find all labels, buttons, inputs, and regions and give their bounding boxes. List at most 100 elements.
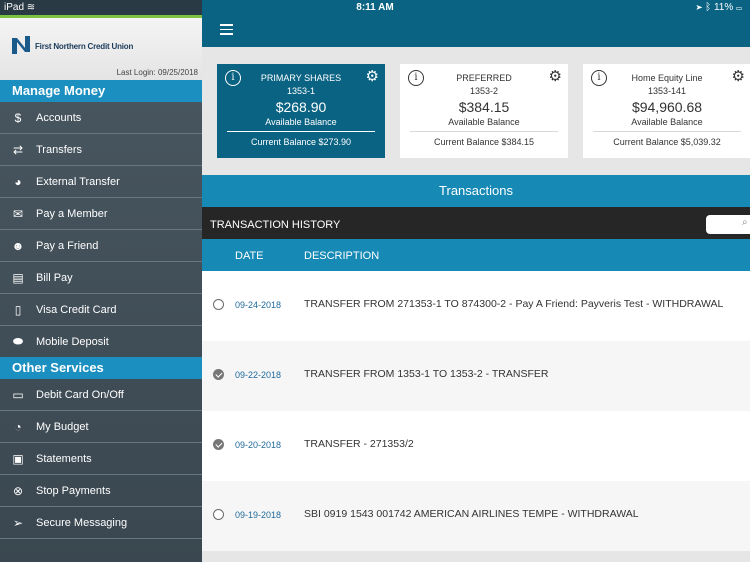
sidebar: First Northern Credit Union Last Login: … <box>0 0 202 562</box>
budget-pie-icon: ◔ <box>14 419 22 434</box>
last-login-label: Last Login: <box>116 68 156 77</box>
statements-icon: ▣ <box>12 451 24 466</box>
transaction-date: 09-19-2018 <box>235 510 282 520</box>
account-number: 1353-1 <box>286 86 316 96</box>
row-select-radio[interactable] <box>213 509 224 520</box>
battery-icon: ▭ <box>736 2 742 13</box>
logo-icon <box>12 36 30 54</box>
section-other-services: Other Services <box>0 357 202 379</box>
location-icon: ➤ <box>696 2 703 13</box>
transaction-column-headers: DATE DESCRIPTION <box>202 239 750 271</box>
pay-friend-icon: ☻ <box>11 238 25 253</box>
sidebar-item-debit-card-on-off[interactable]: ▭ Debit Card On/Off <box>0 379 202 411</box>
hamburger-menu-icon[interactable] <box>220 24 233 35</box>
sidebar-item-label: Pay a Friend <box>36 239 99 252</box>
bill-pay-icon: ▤ <box>12 270 24 285</box>
row-select-radio[interactable] <box>213 299 224 310</box>
credit-card-icon: ▯ <box>14 302 22 317</box>
bluetooth-icon: ᛒ <box>705 2 712 13</box>
transactions-title: Transactions <box>202 175 750 207</box>
account-card-preferred[interactable]: i ⚙ PREFERRED 1353-2 $384.15 Available B… <box>400 64 568 158</box>
status-bar: iPad ≋ 8:11 AM ➤ ᛒ 11% ▭ <box>0 0 750 15</box>
sidebar-item-label: Debit Card On/Off <box>36 388 124 401</box>
sidebar-item-pay-a-member[interactable]: ✉ Pay a Member <box>0 198 202 230</box>
main-content: i ⚙ PRIMARY SHARES 1353-1 $268.90 Availa… <box>202 0 750 562</box>
account-name: PREFERRED <box>456 73 512 83</box>
sidebar-item-bill-pay[interactable]: ▤ Bill Pay <box>0 262 202 294</box>
transaction-description: TRANSFER - 271353/2 <box>304 438 414 450</box>
dollar-icon: $ <box>14 110 22 125</box>
sidebar-item-statements[interactable]: ▣ Statements <box>0 443 202 475</box>
table-row[interactable]: 09-22-2018 TRANSFER FROM 1353-1 TO 1353-… <box>202 341 750 411</box>
transaction-date: 09-20-2018 <box>235 440 282 450</box>
account-number: 1353-141 <box>647 86 687 96</box>
row-select-radio[interactable] <box>213 439 224 450</box>
sidebar-item-mobile-deposit[interactable]: ⬬ Mobile Deposit <box>0 326 202 358</box>
transfer-arrows-icon: ⇄ <box>12 142 24 157</box>
current-balance: Current Balance $5,039.32 <box>613 137 721 147</box>
available-label: Available Balance <box>448 117 520 127</box>
transaction-description: TRANSFER FROM 271353-1 TO 874300-2 - Pay… <box>304 298 724 310</box>
table-row[interactable]: 09-24-2018 TRANSFER FROM 271353-1 TO 874… <box>202 271 750 341</box>
row-select-radio[interactable] <box>213 369 224 380</box>
sidebar-item-visa-credit-card[interactable]: ▯ Visa Credit Card <box>0 294 202 326</box>
sidebar-item-label: External Transfer <box>36 175 120 188</box>
search-icon: ⌕ <box>742 217 748 228</box>
search-input[interactable]: ⌕ <box>706 215 750 234</box>
available-amount: $384.15 <box>458 99 510 115</box>
card-divider <box>227 131 375 132</box>
mobile-deposit-icon: ⬬ <box>12 334 24 348</box>
transaction-date: 09-24-2018 <box>235 300 282 310</box>
transaction-description: TRANSFER FROM 1353-1 TO 1353-2 - TRANSFE… <box>304 368 549 380</box>
last-login-date: 09/25/2018 <box>157 68 198 77</box>
sidebar-item-label: My Budget <box>36 420 89 433</box>
available-amount: $94,960.68 <box>631 99 703 115</box>
transaction-date: 09-22-2018 <box>235 370 282 380</box>
sidebar-item-label: Accounts <box>36 111 82 124</box>
card-divider <box>410 131 558 132</box>
transaction-history-label: TRANSACTION HISTORY <box>210 219 341 231</box>
transaction-description: SBI 0919 1543 001742 AMERICAN AIRLINES T… <box>304 508 639 520</box>
account-name: Home Equity Line <box>631 73 703 83</box>
sidebar-item-label: Visa Credit Card <box>36 303 117 316</box>
external-transfer-icon: ◕ <box>14 174 22 189</box>
sidebar-item-label: Transfers <box>36 143 83 156</box>
card-divider <box>593 131 741 132</box>
sidebar-item-accounts[interactable]: $ Accounts <box>0 102 202 134</box>
account-number: 1353-2 <box>469 86 499 96</box>
column-header-date[interactable]: DATE <box>235 250 264 262</box>
logo-text: First Northern Credit Union <box>35 42 134 51</box>
stop-icon: ⊗ <box>12 483 24 498</box>
table-row[interactable]: 09-19-2018 SBI 0919 1543 001742 AMERICAN… <box>202 481 750 551</box>
sidebar-item-label: Statements <box>36 452 92 465</box>
battery-percent: 11% <box>713 2 734 13</box>
sidebar-item-stop-payments[interactable]: ⊗ Stop Payments <box>0 475 202 507</box>
sidebar-item-secure-messaging[interactable]: ➢ Secure Messaging <box>0 507 202 539</box>
account-name: PRIMARY SHARES <box>260 73 342 83</box>
status-right: ➤ ᛒ 11% ▭ <box>696 2 742 13</box>
table-row[interactable]: 09-20-2018 TRANSFER - 271353/2 <box>202 411 750 481</box>
pay-member-icon: ✉ <box>12 206 24 221</box>
section-manage-money: Manage Money <box>0 80 202 102</box>
sidebar-item-pay-a-friend[interactable]: ☻ Pay a Friend <box>0 230 202 262</box>
available-label: Available Balance <box>265 117 337 127</box>
available-label: Available Balance <box>631 117 703 127</box>
column-header-description[interactable]: DESCRIPTION <box>304 250 379 262</box>
available-amount: $268.90 <box>275 99 327 115</box>
transaction-history-bar: TRANSACTION HISTORY ⌕ <box>202 207 750 239</box>
current-balance: Current Balance $273.90 <box>250 137 352 147</box>
last-login: Last Login: 09/25/2018 <box>117 68 198 77</box>
status-time: 8:11 AM <box>356 2 394 13</box>
sidebar-item-my-budget[interactable]: ◔ My Budget <box>0 411 202 443</box>
sidebar-item-external-transfer[interactable]: ◕ External Transfer <box>0 166 202 198</box>
sidebar-item-label: Secure Messaging <box>36 516 128 529</box>
sidebar-item-label: Pay a Member <box>36 207 108 220</box>
account-cards: i ⚙ PRIMARY SHARES 1353-1 $268.90 Availa… <box>202 47 750 175</box>
account-card-home-equity-line[interactable]: i ⚙ Home Equity Line 1353-141 $94,960.68… <box>583 64 750 158</box>
sidebar-item-label: Stop Payments <box>36 484 111 497</box>
account-card-primary-shares[interactable]: i ⚙ PRIMARY SHARES 1353-1 $268.90 Availa… <box>217 64 385 158</box>
sidebar-item-transfers[interactable]: ⇄ Transfers <box>0 134 202 166</box>
current-balance: Current Balance $384.15 <box>433 137 535 147</box>
send-icon: ➢ <box>12 515 24 530</box>
debit-card-icon: ▭ <box>12 387 24 402</box>
